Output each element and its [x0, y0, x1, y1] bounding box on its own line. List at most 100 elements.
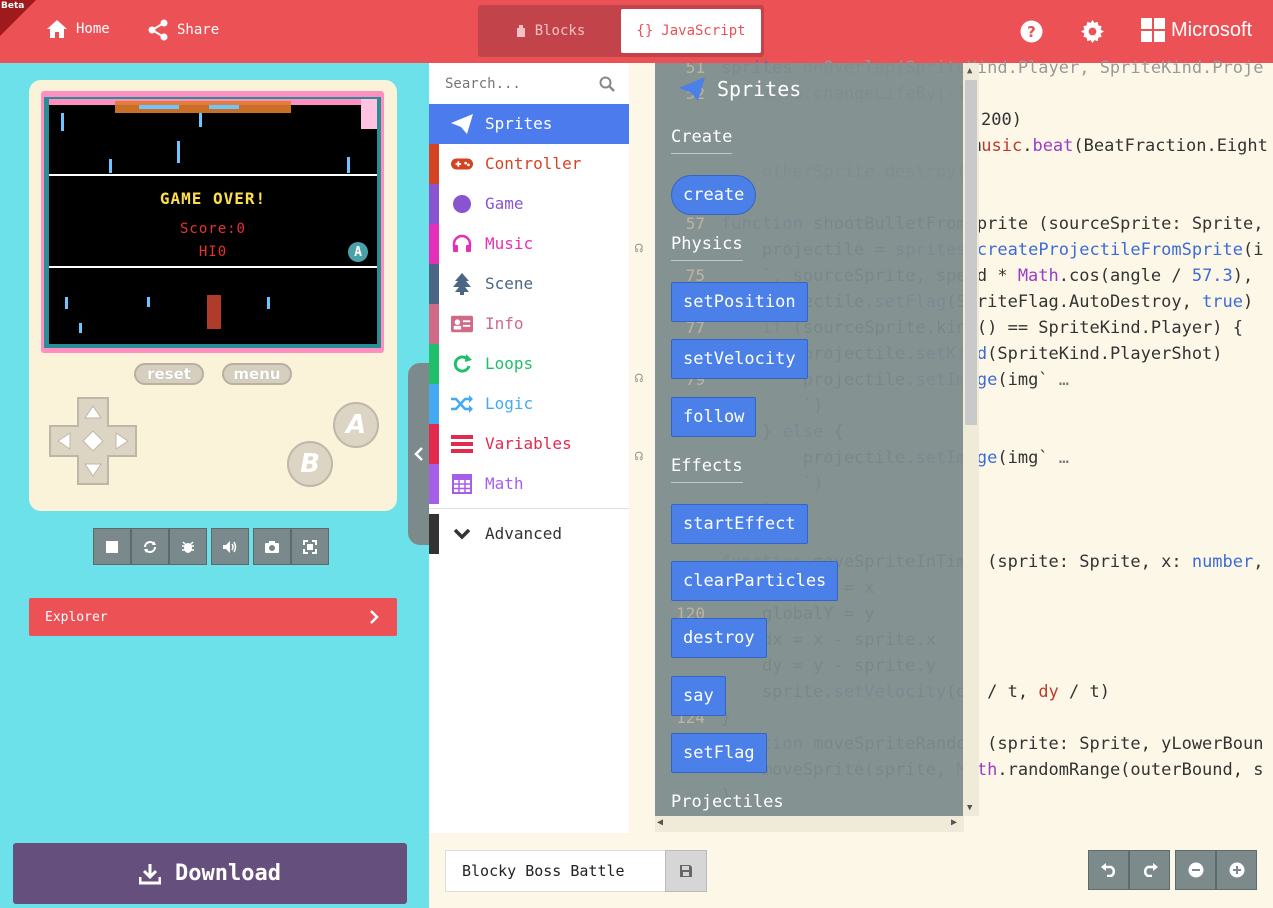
category-math[interactable]: Math [429, 464, 629, 504]
zoom-out-button[interactable] [1175, 850, 1216, 890]
block-create[interactable]: create [671, 175, 757, 215]
block-set-velocity[interactable]: setVelocity [671, 339, 808, 379]
undo-icon [1100, 863, 1115, 877]
save-icon [680, 865, 692, 877]
b-button[interactable]: B [287, 441, 333, 487]
category-loops[interactable]: Loops [429, 344, 629, 384]
block-set-position[interactable]: setPosition [671, 282, 808, 322]
category-label: Music [485, 234, 534, 253]
scrollbar-thumb[interactable] [965, 80, 977, 425]
gamepad-icon [451, 153, 473, 175]
line-number: 57 [685, 214, 705, 233]
scroll-right-icon[interactable]: ▶ [951, 817, 957, 828]
fold-icon[interactable]: ☊ [635, 241, 643, 256]
category-label: Logic [485, 394, 534, 413]
save-button[interactable] [665, 850, 707, 892]
restart-button[interactable] [131, 528, 169, 565]
category-info[interactable]: Info [429, 304, 629, 344]
category-label: Controller [485, 154, 582, 173]
calculator-icon [451, 473, 473, 495]
redo-button[interactable] [1129, 850, 1170, 890]
category-advanced[interactable]: Advanced [429, 514, 629, 554]
category-sprites[interactable]: Sprites [429, 104, 629, 144]
category-scene[interactable]: Scene [429, 264, 629, 304]
flyout-section-create: Create [671, 127, 733, 154]
block-start-effect[interactable]: startEffect [671, 504, 808, 544]
share-label: Share [177, 22, 220, 38]
scroll-down-icon[interactable]: ▼ [967, 803, 972, 813]
category-music[interactable]: Music [429, 224, 629, 264]
headphones-icon [451, 233, 473, 255]
block-say[interactable]: say [671, 676, 726, 716]
scroll-left-icon[interactable]: ◀ [657, 817, 663, 828]
screenshot-button[interactable] [253, 528, 291, 565]
category-label: Advanced [485, 524, 563, 543]
block-follow[interactable]: follow [671, 397, 757, 437]
help-icon[interactable]: ? [1020, 20, 1043, 47]
collapse-simulator-button[interactable] [408, 363, 430, 545]
menu-button[interactable]: menu [222, 363, 292, 385]
chevron-down-icon [451, 523, 473, 545]
scroll-up-icon[interactable]: ▲ [967, 66, 972, 76]
id-card-icon [451, 313, 473, 335]
explorer-button[interactable]: Explorer [29, 598, 397, 636]
microsoft-logo[interactable]: Microsoft [1141, 18, 1252, 42]
braces-icon: {} [636, 23, 654, 39]
explorer-label: Explorer [45, 609, 108, 625]
category-label: Scene [485, 274, 534, 293]
stop-button[interactable] [93, 528, 131, 565]
redo-icon [1143, 863, 1158, 877]
home-label: Home [76, 21, 110, 37]
list-icon [451, 433, 473, 455]
a-button-hint: A [348, 242, 368, 262]
share-icon [148, 19, 168, 41]
flyout-header: Sprites [679, 77, 801, 101]
undo-button[interactable] [1088, 850, 1129, 890]
category-label: Variables [485, 434, 572, 453]
blocks-tab[interactable]: Blocks [483, 9, 617, 53]
fold-icon[interactable]: ☊ [635, 449, 643, 464]
zoom-out-icon [1188, 862, 1203, 878]
player-sprite [207, 295, 221, 329]
mute-button[interactable] [211, 528, 249, 565]
zoom-in-button[interactable] [1216, 850, 1257, 890]
block-clear-particles[interactable]: clearParticles [671, 561, 839, 601]
fullscreen-button[interactable] [291, 528, 329, 565]
puzzle-icon [516, 25, 525, 37]
blocks-flyout: 51 52 57 75 77 79 120 124 Sprites Create… [655, 63, 964, 816]
gear-icon[interactable] [1081, 20, 1104, 47]
fold-icon[interactable]: ☊ [635, 371, 643, 386]
beta-label: Beta [1, 1, 25, 11]
category-controller[interactable]: Controller [429, 144, 629, 184]
reset-button[interactable]: reset [134, 363, 204, 385]
flyout-section-effects: Effects [671, 456, 743, 483]
flyout-title: Sprites [717, 77, 802, 101]
project-name-input[interactable] [445, 850, 666, 892]
zoom-in-icon [1229, 862, 1244, 878]
javascript-tab[interactable]: {} JavaScript [621, 9, 761, 53]
search-icon[interactable] [599, 76, 615, 96]
download-button[interactable]: Download [13, 843, 407, 904]
category-logic[interactable]: Logic [429, 384, 629, 424]
horizontal-scrollbar[interactable] [655, 816, 964, 832]
download-label: Download [175, 861, 281, 886]
dpad[interactable] [48, 396, 138, 486]
bug-icon [182, 540, 194, 553]
hi-score-text: HI0 [198, 244, 228, 260]
svg-text:?: ? [1027, 23, 1036, 41]
category-variables[interactable]: Variables [429, 424, 629, 464]
score-text: Score:0 [179, 221, 246, 237]
chevron-left-icon [414, 447, 423, 461]
game-screen[interactable]: GAME OVER! Score:0 HI0 A [49, 99, 377, 344]
home-button[interactable]: Home [46, 19, 110, 39]
toolbox-divider [429, 508, 629, 509]
microsoft-label: Microsoft [1171, 18, 1253, 41]
a-button[interactable]: A [333, 402, 379, 448]
block-set-flag[interactable]: setFlag [671, 733, 767, 773]
block-destroy[interactable]: destroy [671, 618, 767, 658]
category-label: Game [485, 194, 524, 213]
camera-icon [265, 540, 279, 553]
share-button[interactable]: Share [147, 19, 219, 41]
debug-button[interactable] [169, 528, 207, 565]
category-game[interactable]: Game [429, 184, 629, 224]
